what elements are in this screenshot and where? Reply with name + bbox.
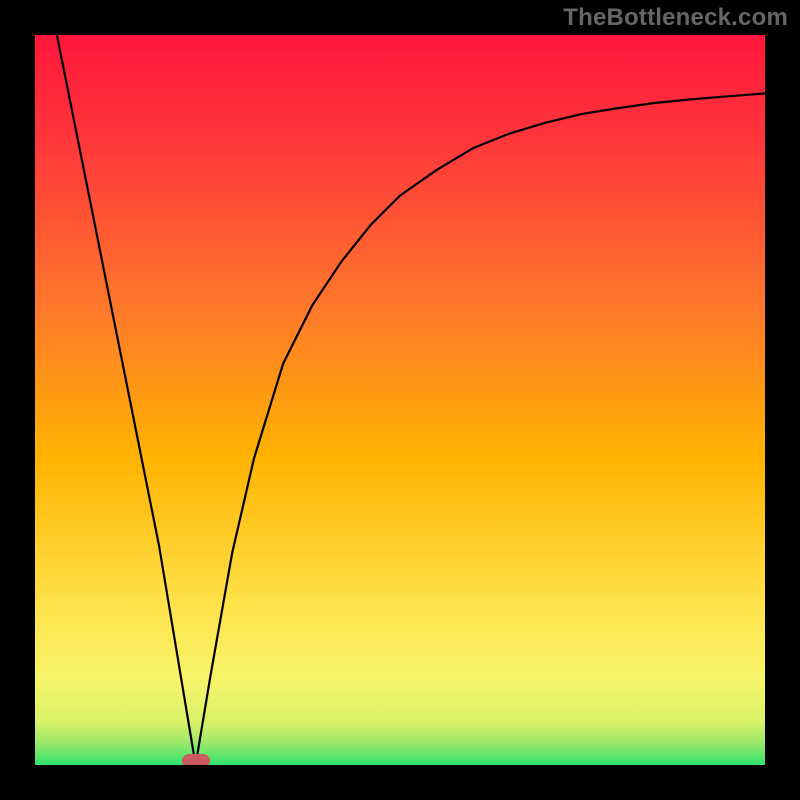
curve-path: [57, 35, 765, 765]
attribution-label: TheBottleneck.com: [563, 4, 788, 32]
curve-layer: [35, 35, 765, 765]
notch-marker: [182, 754, 210, 765]
chart-container: TheBottleneck.com: [0, 0, 800, 800]
plot-area: [35, 35, 765, 765]
